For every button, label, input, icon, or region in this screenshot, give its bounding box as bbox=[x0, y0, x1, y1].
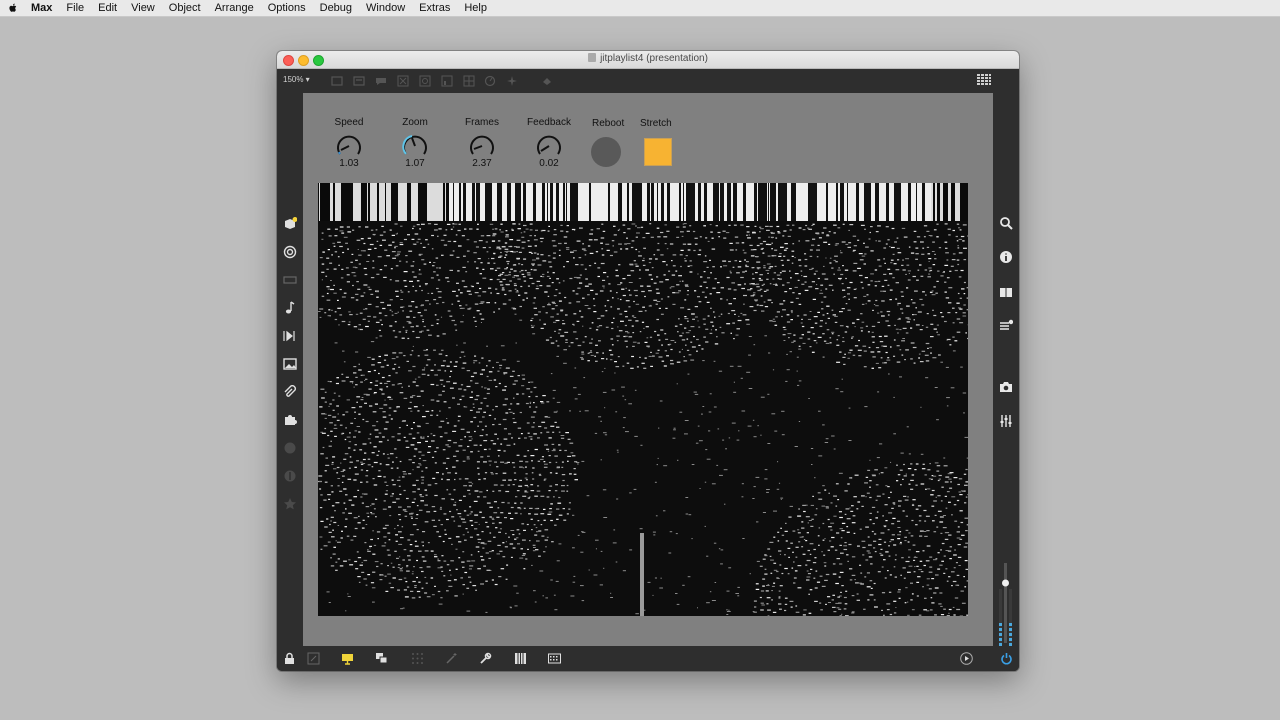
paint-icon[interactable] bbox=[541, 75, 553, 87]
windows-icon[interactable] bbox=[375, 652, 388, 665]
volume-slider-thumb[interactable] bbox=[1002, 579, 1009, 587]
menu-debug[interactable]: Debug bbox=[320, 2, 352, 14]
speed-dial-knob[interactable] bbox=[333, 131, 365, 159]
right-sidebar bbox=[993, 93, 1019, 646]
target-icon[interactable] bbox=[283, 245, 297, 259]
bottom-toolbar bbox=[277, 646, 1019, 671]
button-object-icon[interactable] bbox=[397, 75, 409, 87]
cube-icon[interactable] bbox=[283, 217, 297, 231]
menu-file[interactable]: File bbox=[66, 2, 84, 14]
frames-label: Frames bbox=[465, 117, 499, 128]
feedback-value: 0.02 bbox=[539, 158, 559, 169]
menu-edit[interactable]: Edit bbox=[98, 2, 117, 14]
patcher-window: jitplaylist4 (presentation) 150% ▾ Speed… bbox=[277, 51, 1019, 671]
play-icon[interactable] bbox=[960, 652, 973, 665]
menu-object[interactable]: Object bbox=[169, 2, 201, 14]
menu-arrange[interactable]: Arrange bbox=[215, 2, 254, 14]
grid-view-icon[interactable] bbox=[976, 73, 992, 87]
menu-window[interactable]: Window bbox=[366, 2, 405, 14]
video-frame bbox=[318, 183, 968, 616]
toggle-object-icon[interactable] bbox=[419, 75, 431, 87]
new-object-icon[interactable] bbox=[331, 75, 343, 87]
left-sidebar bbox=[277, 93, 303, 646]
number-object-icon[interactable] bbox=[463, 75, 475, 87]
menu-app-name[interactable]: Max bbox=[31, 2, 52, 14]
music-note-icon[interactable] bbox=[283, 301, 297, 315]
wrench-icon[interactable] bbox=[479, 652, 492, 665]
comment-icon[interactable] bbox=[375, 75, 387, 87]
presentation-icon[interactable] bbox=[341, 652, 354, 665]
menubar: Max File Edit View Object Arrange Option… bbox=[0, 0, 1280, 17]
zoom-dial-knob[interactable] bbox=[399, 131, 431, 159]
speed-label: Speed bbox=[334, 117, 364, 128]
video-display[interactable] bbox=[318, 183, 968, 616]
piano-icon[interactable] bbox=[514, 652, 527, 665]
zoom-value: 1.07 bbox=[405, 158, 425, 169]
feedback-dial-knob[interactable] bbox=[533, 131, 565, 159]
lock-icon[interactable] bbox=[283, 652, 296, 665]
circle-icon[interactable] bbox=[283, 441, 297, 455]
reboot-label: Reboot bbox=[592, 118, 625, 129]
paperclip-icon[interactable] bbox=[283, 385, 297, 399]
puzzle-icon[interactable] bbox=[283, 413, 297, 427]
document-icon bbox=[588, 53, 597, 62]
frames-dial[interactable]: Frames 2.37 bbox=[452, 117, 512, 170]
zoom-label: Zoom bbox=[402, 117, 428, 128]
star-icon[interactable] bbox=[283, 497, 297, 511]
monitor-icon[interactable] bbox=[283, 273, 297, 287]
feedback-label: Feedback bbox=[527, 117, 571, 128]
zoom-dial[interactable]: Zoom 1.07 bbox=[385, 117, 445, 170]
frames-dial-knob[interactable] bbox=[466, 131, 498, 159]
stretch-toggle[interactable] bbox=[644, 138, 672, 166]
message-icon[interactable] bbox=[353, 75, 365, 87]
presentation-canvas: Speed 1.03 Zoom 1.07 Frames 2.37 Feedbac… bbox=[303, 93, 993, 646]
title-bar[interactable]: jitplaylist4 (presentation) bbox=[277, 51, 1019, 69]
edit-icon[interactable] bbox=[307, 652, 320, 665]
slider-object-icon[interactable] bbox=[441, 75, 453, 87]
menu-help[interactable]: Help bbox=[464, 2, 487, 14]
window-title: jitplaylist4 (presentation) bbox=[277, 53, 1019, 64]
stretch-label: Stretch bbox=[640, 118, 672, 129]
speed-dial[interactable]: Speed 1.03 bbox=[319, 117, 379, 170]
half-circle-icon[interactable] bbox=[283, 469, 297, 483]
reboot-button[interactable] bbox=[591, 137, 621, 167]
sparkle-object-icon[interactable] bbox=[506, 75, 518, 87]
audio-level-meter[interactable] bbox=[993, 93, 1019, 646]
menu-options[interactable]: Options bbox=[268, 2, 306, 14]
top-toolbar: 150% ▾ bbox=[277, 69, 1019, 93]
apple-icon[interactable] bbox=[7, 2, 19, 14]
speed-value: 1.03 bbox=[339, 158, 359, 169]
menu-view[interactable]: View bbox=[131, 2, 155, 14]
zoom-menu[interactable]: 150% ▾ bbox=[283, 75, 310, 84]
feedback-dial[interactable]: Feedback 0.02 bbox=[519, 117, 579, 170]
image-icon[interactable] bbox=[283, 357, 297, 371]
menu-extras[interactable]: Extras bbox=[419, 2, 450, 14]
wand-icon[interactable] bbox=[445, 652, 458, 665]
play-step-icon[interactable] bbox=[283, 329, 297, 343]
window-title-text: jitplaylist4 (presentation) bbox=[600, 53, 708, 64]
frames-value: 2.37 bbox=[472, 158, 492, 169]
keyboard-icon[interactable] bbox=[548, 652, 561, 665]
power-icon[interactable] bbox=[1000, 652, 1013, 665]
dial-object-icon[interactable] bbox=[484, 75, 496, 87]
grid-dots-icon[interactable] bbox=[411, 652, 424, 665]
